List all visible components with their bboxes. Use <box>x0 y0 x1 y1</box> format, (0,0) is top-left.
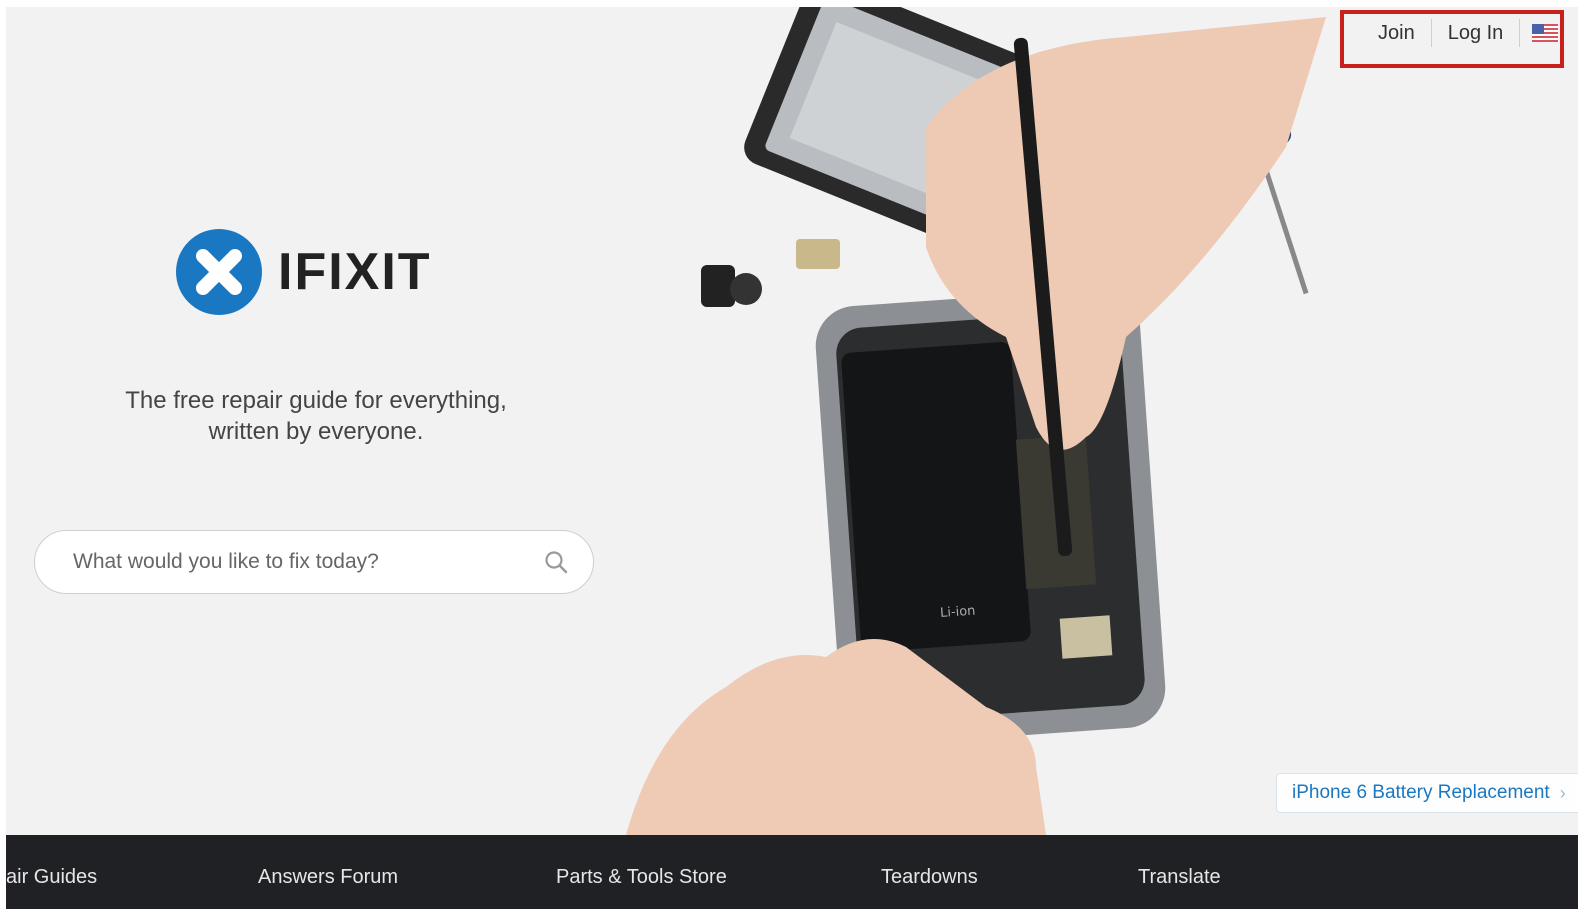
us-flag-icon[interactable] <box>1532 24 1559 42</box>
nav-item-repair-guides[interactable]: air Guides <box>6 835 97 909</box>
tagline: The free repair guide for everything, wr… <box>96 385 536 447</box>
account-links: Join Log In <box>1362 16 1559 50</box>
home-hero: Li-ion IFIXIT The free repair guide for … <box>6 7 1578 909</box>
featured-guide-link[interactable]: iPhone 6 Battery Replacement › <box>1276 773 1578 813</box>
chevron-right-icon: › <box>1559 782 1566 803</box>
search-icon[interactable] <box>543 549 569 575</box>
nav-item-translate[interactable]: Translate <box>1138 835 1221 909</box>
ifixit-logo-icon <box>176 229 262 315</box>
nav-item-parts-tools-store[interactable]: Parts & Tools Store <box>556 835 727 909</box>
logo-wordmark: IFIXIT <box>278 243 432 301</box>
svg-text:Li-ion: Li-ion <box>940 604 976 621</box>
join-link[interactable]: Join <box>1362 16 1431 50</box>
search-bar[interactable] <box>34 530 594 594</box>
bottom-nav: air Guides Answers Forum Parts & Tools S… <box>6 835 1578 909</box>
nav-item-teardowns[interactable]: Teardowns <box>881 835 978 909</box>
ifixit-logo[interactable]: IFIXIT <box>176 229 432 315</box>
nav-item-answers-forum[interactable]: Answers Forum <box>258 835 398 909</box>
hero-repair-photo: Li-ion <box>626 7 1326 835</box>
featured-guide-label[interactable]: iPhone 6 Battery Replacement <box>1292 782 1550 804</box>
tagline-line-1: The free repair guide for everything, <box>125 387 507 414</box>
login-link[interactable]: Log In <box>1432 16 1520 50</box>
divider <box>1519 19 1521 47</box>
tagline-line-2: written by everyone. <box>208 418 424 445</box>
search-input[interactable] <box>71 549 543 575</box>
